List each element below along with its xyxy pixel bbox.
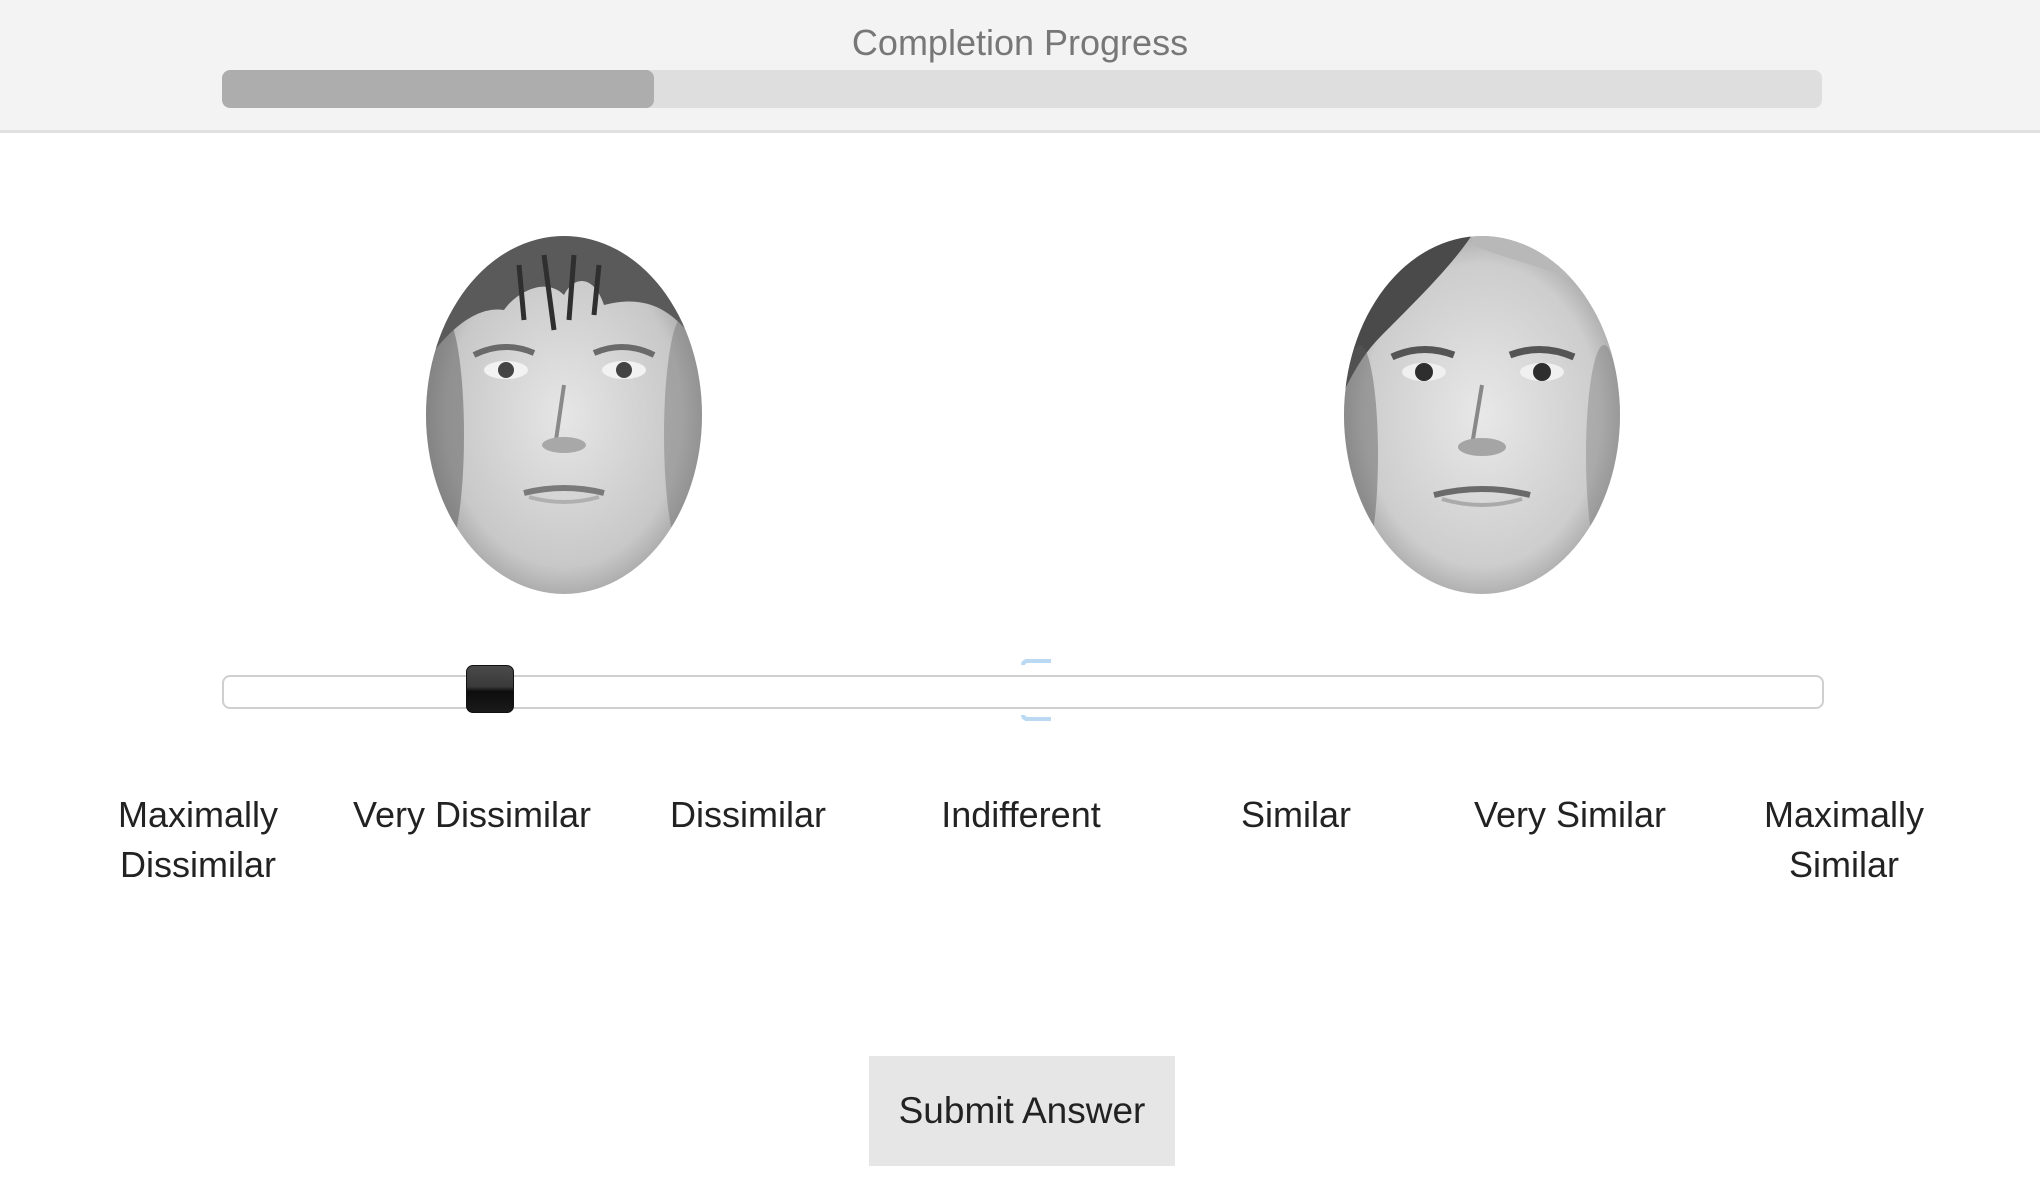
- slider-handle[interactable]: [465, 665, 514, 713]
- scale-label-dissimilar: Dissimilar: [670, 794, 826, 835]
- scale-label-very-similar: Very Similar: [1473, 794, 1667, 835]
- scale-label-very-dissimilar: Very Dissimilar: [352, 794, 592, 835]
- progress-header: Completion Progress: [0, 0, 2040, 133]
- scale-label-similar: Similar: [1240, 794, 1351, 835]
- face-photo-left: [426, 236, 702, 594]
- face-photo-right: [1344, 236, 1620, 594]
- submit-answer-button[interactable]: Submit Answer: [869, 1056, 1175, 1166]
- scale-label-maximally-dissimilar: Maximally Dissimilar: [117, 794, 278, 885]
- progress-bar: [222, 70, 1822, 108]
- scale-label-maximally-similar: Maximally Similar: [1763, 794, 1924, 885]
- progress-bar-fill: [222, 70, 654, 108]
- scale-label-indifferent: Indifferent: [941, 794, 1101, 835]
- slider-midpoint-marker: [1021, 659, 1051, 721]
- progress-title: Completion Progress: [851, 22, 1189, 63]
